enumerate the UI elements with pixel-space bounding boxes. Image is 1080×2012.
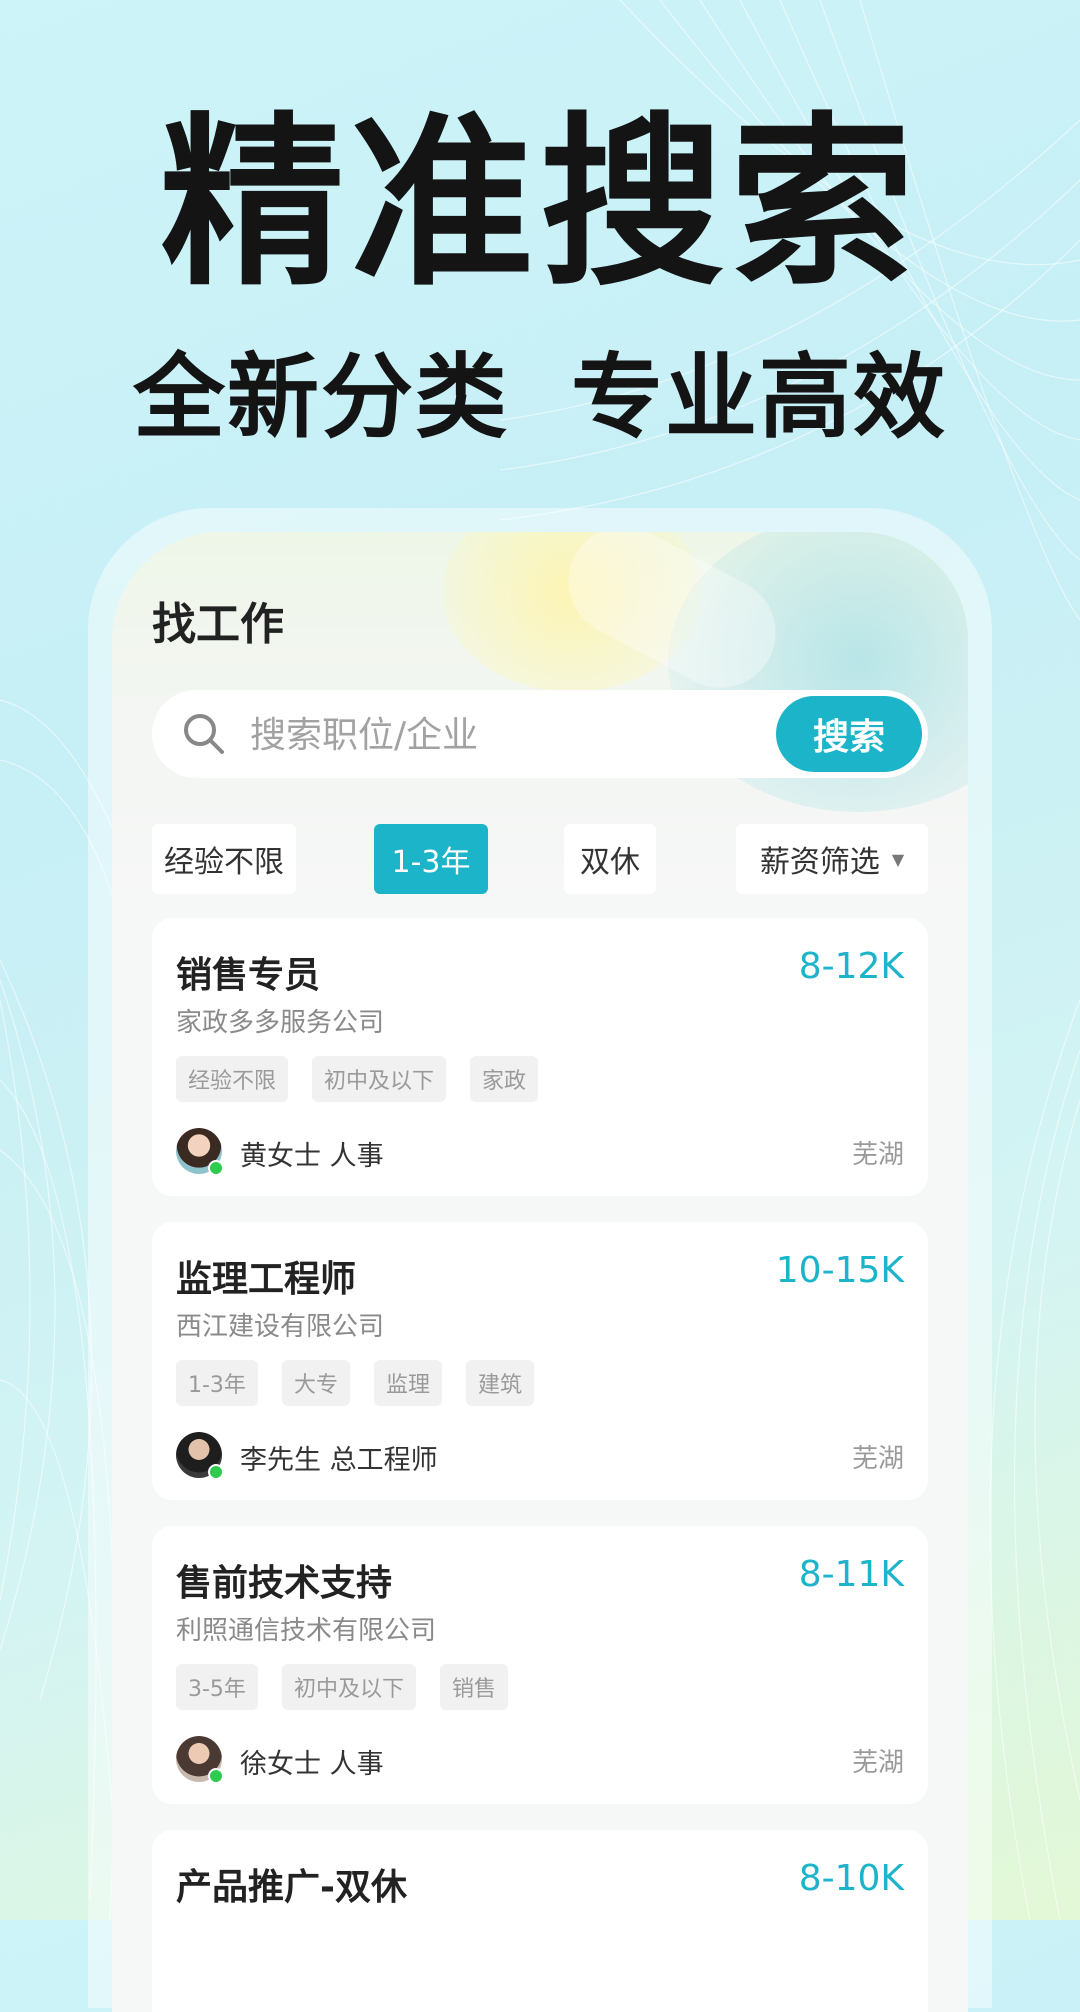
filter-bar: 经验不限 1-3年 双休 薪资筛选 ▼: [152, 824, 928, 896]
search-icon: [184, 714, 224, 754]
job-card[interactable]: 销售专员 8-12K 家政多多服务公司 经验不限 初中及以下 家政 黄女士 人事…: [152, 918, 928, 1196]
job-tag: 监理: [373, 1360, 442, 1406]
company-name: 西江建设有限公司: [176, 1312, 385, 1342]
job-salary: 8-12K: [798, 946, 904, 987]
online-status-dot: [208, 1768, 224, 1784]
job-title: 产品推广-双休: [176, 1867, 407, 1908]
hero-subtitle: 全新分类 专业高效: [0, 352, 1080, 444]
job-tags: 1-3年 大专 监理 建筑: [176, 1360, 534, 1406]
job-tag: 初中及以下: [281, 1664, 416, 1710]
job-salary: 10-15K: [775, 1250, 904, 1291]
job-tag: 建筑: [465, 1360, 534, 1406]
job-tag: 1-3年: [176, 1360, 258, 1406]
recruiter-avatar: [176, 1128, 224, 1176]
job-card[interactable]: 监理工程师 10-15K 西江建设有限公司 1-3年 大专 监理 建筑 李先生 …: [152, 1222, 928, 1500]
job-tag: 初中及以下: [312, 1056, 447, 1102]
filter-1-3-years[interactable]: 1-3年: [374, 824, 488, 894]
job-city: 芜湖: [851, 1748, 904, 1778]
hero-title: 精准搜索: [159, 97, 920, 311]
job-salary: 8-10K: [798, 1858, 904, 1899]
hero-subtitle-right: 专业高效: [571, 344, 948, 451]
filter-salary[interactable]: 薪资筛选 ▼: [736, 824, 928, 894]
job-tag: 销售: [439, 1664, 508, 1710]
job-salary: 8-11K: [798, 1554, 904, 1595]
recruiter-avatar: [176, 1432, 224, 1480]
job-city: 芜湖: [851, 1140, 904, 1170]
caret-down-icon: ▼: [891, 849, 905, 869]
job-tags: 经验不限 初中及以下 家政: [176, 1056, 539, 1102]
job-card[interactable]: 售前技术支持 8-11K 利照通信技术有限公司 3-5年 初中及以下 销售 徐女…: [152, 1526, 928, 1804]
job-tags: 3-5年 初中及以下 销售: [176, 1664, 508, 1710]
online-status-dot: [208, 1464, 224, 1480]
page-title: 找工作: [152, 599, 284, 650]
company-name: 家政多多服务公司: [176, 1008, 385, 1038]
recruiter-name: 李先生 总工程师: [240, 1445, 438, 1476]
job-card[interactable]: 产品推广-双休 8-10K: [152, 1830, 928, 2012]
phone-screen: 找工作 搜索 经验不限 1-3年 双休 薪资筛选 ▼ 销售专员 8-12K 家政…: [112, 532, 968, 2012]
filter-experience[interactable]: 经验不限: [152, 824, 296, 894]
search-button[interactable]: 搜索: [776, 696, 922, 772]
job-tag: 大专: [281, 1360, 350, 1406]
job-tag: 家政: [470, 1056, 539, 1102]
filter-weekend[interactable]: 双休: [564, 824, 656, 894]
job-tag: 3-5年: [176, 1664, 258, 1710]
recruiter-name: 黄女士 人事: [240, 1141, 384, 1172]
recruiter-name: 徐女士 人事: [240, 1749, 384, 1780]
job-title: 售前技术支持: [176, 1563, 393, 1604]
online-status-dot: [208, 1160, 224, 1176]
recruiter-avatar: [176, 1736, 224, 1784]
job-city: 芜湖: [851, 1444, 904, 1474]
company-name: 利照通信技术有限公司: [176, 1616, 437, 1646]
filter-salary-label: 薪资筛选: [759, 845, 880, 880]
job-title: 销售专员: [176, 955, 321, 996]
search-input[interactable]: [248, 706, 672, 764]
job-tag: 经验不限: [176, 1056, 289, 1102]
search-bar: 搜索: [152, 690, 928, 778]
hero-subtitle-left: 全新分类: [132, 344, 509, 451]
job-title: 监理工程师: [176, 1259, 357, 1300]
